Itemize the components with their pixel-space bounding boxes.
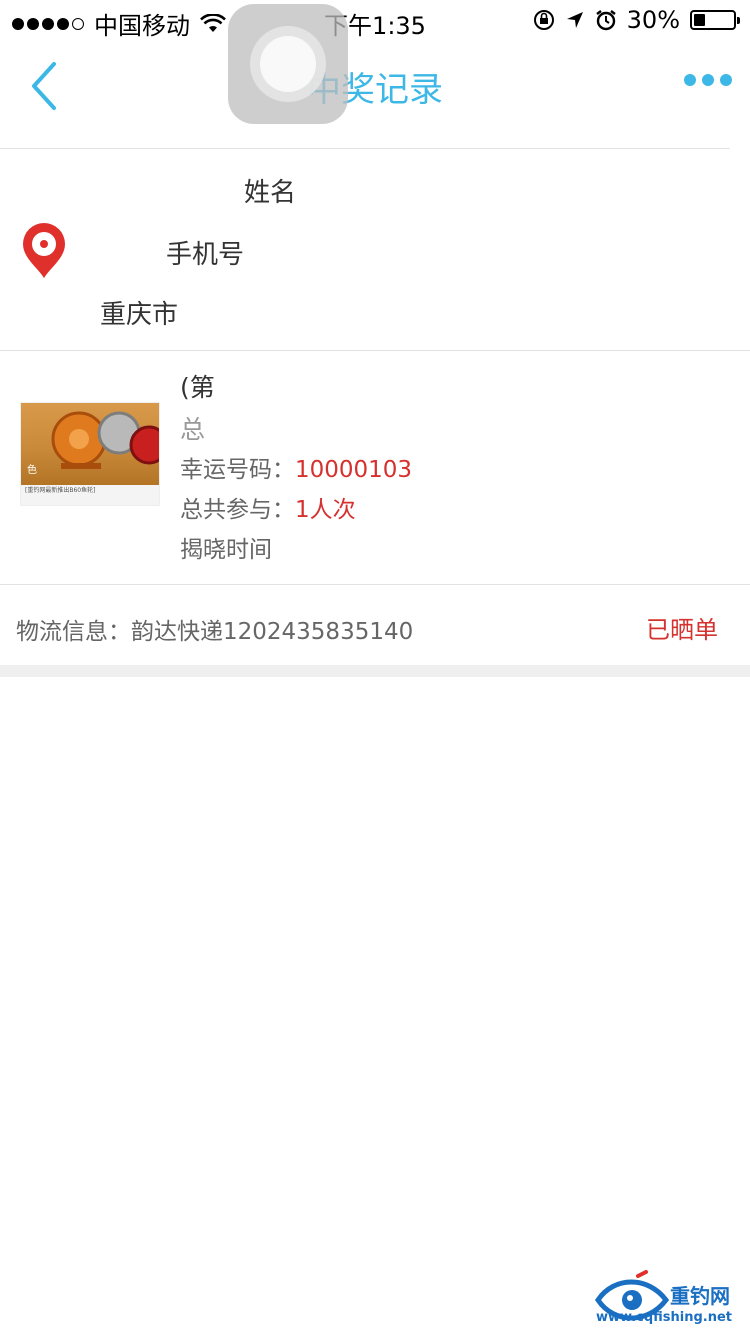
product-thumbnail: 色 [重钓网最新推出B60鱼轮] — [20, 402, 160, 506]
more-dot-icon — [684, 74, 696, 86]
section-separator — [0, 665, 750, 677]
lucky-number-row: 幸运号码：10000103 — [180, 450, 412, 484]
navigation-bar: 中奖记录 — [0, 40, 750, 130]
location-arrow-icon — [566, 12, 583, 28]
more-dot-icon — [702, 74, 714, 86]
assistive-touch-button[interactable] — [228, 4, 348, 124]
recipient-phone: 手机号 — [166, 240, 245, 270]
divider — [0, 148, 730, 149]
participation-value: 1人次 — [295, 497, 356, 523]
lucky-number-value: 10000103 — [295, 457, 413, 483]
more-options-button[interactable] — [684, 74, 732, 86]
divider — [0, 584, 750, 585]
prize-total: 总 — [180, 415, 206, 444]
product-photo — [21, 403, 159, 485]
lucky-number-label: 幸运号码： — [180, 457, 295, 483]
rotation-lock-icon — [533, 10, 554, 30]
battery-percent: 30% — [626, 6, 680, 34]
reveal-time-label: 揭晓时间 — [180, 537, 272, 563]
more-dot-icon — [720, 74, 732, 86]
prize-title: (第 — [180, 373, 215, 402]
status-right: 30% — [533, 6, 740, 34]
thumbnail-badge: 色 — [27, 465, 37, 476]
location-pin-icon — [23, 223, 65, 278]
participation-label: 总共参与： — [180, 497, 295, 523]
logistics-info: 物流信息：韵达快递1202435835140 — [16, 612, 413, 646]
page-title: 中奖记录 — [307, 70, 443, 110]
participation-row: 总共参与：1人次 — [180, 490, 356, 524]
fishing-reel-image — [51, 411, 159, 469]
recipient-name: 姓名 — [244, 178, 297, 208]
shared-order-button[interactable]: 已晒单 — [646, 610, 718, 645]
divider — [0, 350, 750, 351]
battery-icon — [690, 10, 740, 30]
alarm-icon — [595, 10, 616, 31]
watermark-brand: 重钓网 — [670, 1284, 730, 1308]
status-bar: 中国移动 下午1:35 30% — [0, 0, 750, 40]
logistics-label: 物流信息： — [16, 619, 131, 645]
reveal-time-row: 揭晓时间 — [180, 530, 272, 564]
watermark-url: www.cqfishing.net — [596, 1310, 733, 1325]
thumbnail-caption: [重钓网最新推出B60鱼轮] — [25, 487, 96, 494]
recipient-address: 重庆市 — [100, 300, 179, 330]
tracking-number: 韵达快递1202435835140 — [131, 619, 414, 645]
